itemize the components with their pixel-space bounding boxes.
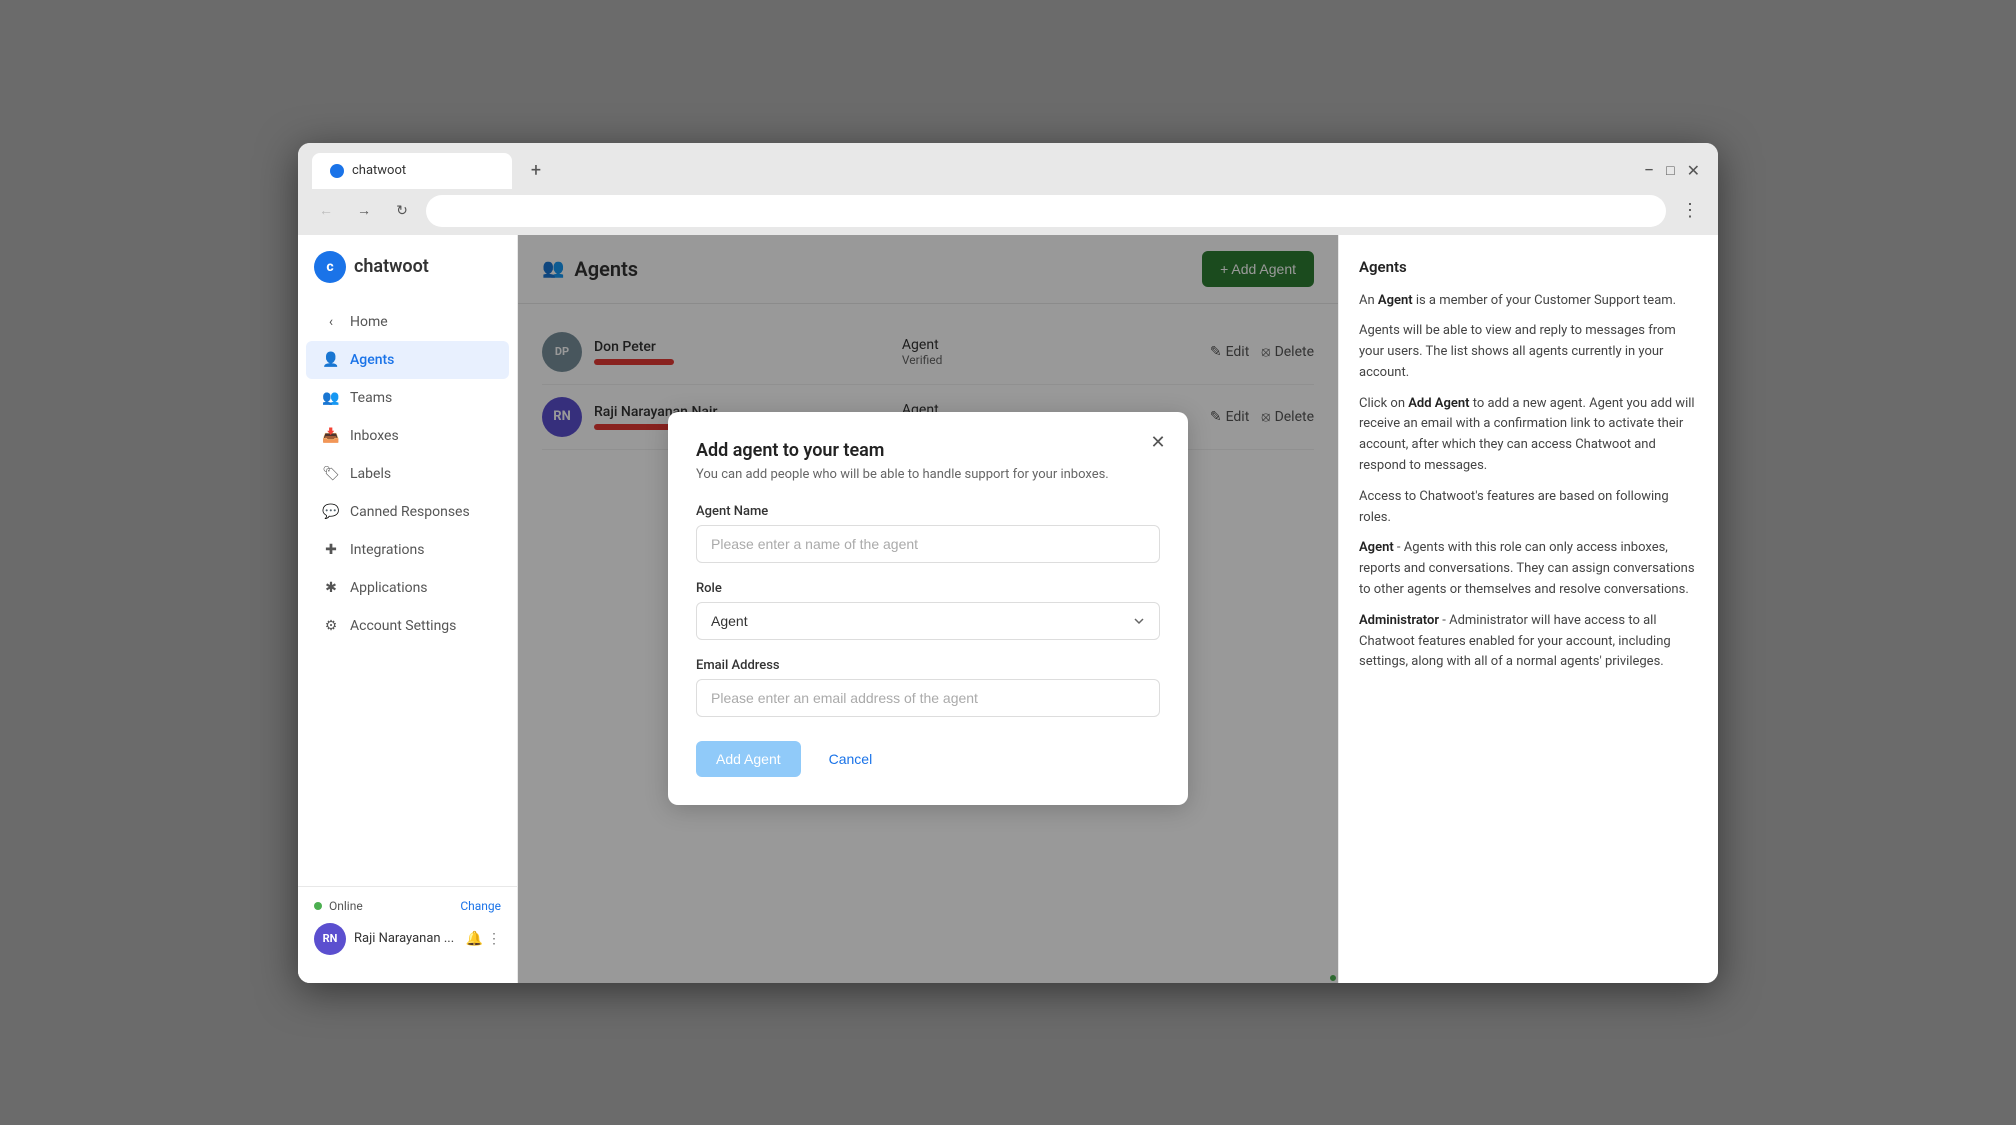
- email-group: Email Address: [696, 658, 1160, 717]
- right-panel-para6: Administrator - Administrator will have …: [1359, 611, 1698, 673]
- add-agent-submit-button[interactable]: Add Agent: [696, 741, 801, 777]
- cancel-button[interactable]: Cancel: [813, 741, 889, 777]
- role-select[interactable]: Agent Administrator: [696, 602, 1160, 640]
- teams-icon: 👥: [322, 389, 340, 407]
- role-group: Role Agent Administrator: [696, 581, 1160, 640]
- sidebar-integrations-label: Integrations: [350, 542, 424, 558]
- agent-name-label: Agent Name: [696, 504, 1160, 519]
- forward-button[interactable]: →: [350, 197, 378, 225]
- sidebar-home-label: Home: [350, 314, 388, 330]
- sidebar: c chatwoot ‹ Home 👤 Agents 👥 Teams 📥 Inb…: [298, 235, 518, 983]
- sidebar-item-teams[interactable]: 👥 Teams: [306, 379, 509, 417]
- sidebar-applications-label: Applications: [350, 580, 428, 596]
- inboxes-icon: 📥: [322, 427, 340, 445]
- email-input[interactable]: [696, 679, 1160, 717]
- logo-icon: c: [314, 251, 346, 283]
- logo-text: chatwoot: [354, 256, 429, 277]
- sidebar-inboxes-label: Inboxes: [350, 428, 399, 444]
- sidebar-teams-label: Teams: [350, 390, 392, 406]
- logo: c chatwoot: [298, 251, 517, 303]
- modal-close-button[interactable]: ✕: [1144, 428, 1172, 456]
- home-icon: ‹: [322, 313, 340, 331]
- modal-title: Add agent to your team: [696, 440, 1160, 461]
- right-panel-para4: Access to Chatwoot's features are based …: [1359, 487, 1698, 529]
- sidebar-item-canned-responses[interactable]: 💬 Canned Responses: [306, 493, 509, 531]
- sidebar-item-applications[interactable]: ✱ Applications: [306, 569, 509, 607]
- agent-name-group: Agent Name: [696, 504, 1160, 563]
- integrations-icon: ✚: [322, 541, 340, 559]
- role-label: Role: [696, 581, 1160, 596]
- address-bar[interactable]: [426, 195, 1666, 227]
- sidebar-bottom: Online Change RN Raji Narayanan ... 🔔 ⋮: [298, 886, 517, 967]
- add-agent-modal: Add agent to your team You can add peopl…: [668, 412, 1188, 805]
- modal-actions: Add Agent Cancel: [696, 741, 1160, 777]
- bell-icon[interactable]: 🔔: [466, 931, 483, 947]
- user-status-row: Online Change: [314, 899, 501, 913]
- sidebar-item-account-settings[interactable]: ⚙ Account Settings: [306, 607, 509, 645]
- right-panel: Agents An Agent is a member of your Cust…: [1338, 235, 1718, 983]
- right-panel-para2: Agents will be able to view and reply to…: [1359, 321, 1698, 383]
- sidebar-item-integrations[interactable]: ✚ Integrations: [306, 531, 509, 569]
- applications-icon: ✱: [322, 579, 340, 597]
- back-button[interactable]: ←: [312, 197, 340, 225]
- right-panel-para3: Click on Add Agent to add a new agent. A…: [1359, 394, 1698, 477]
- labels-icon: 🏷: [322, 465, 340, 483]
- more-options-icon[interactable]: ⋮: [487, 931, 501, 947]
- browser-menu-button[interactable]: ⋮: [1676, 197, 1704, 225]
- user-action-icons: 🔔 ⋮: [466, 931, 501, 947]
- modal-subtitle: You can add people who will be able to h…: [696, 467, 1160, 482]
- canned-responses-icon: 💬: [322, 503, 340, 521]
- new-tab-button[interactable]: +: [520, 155, 552, 187]
- user-avatar: RN: [314, 923, 346, 955]
- sidebar-agents-label: Agents: [350, 352, 394, 368]
- minimize-button[interactable]: −: [1644, 160, 1654, 181]
- tab-label: chatwoot: [352, 163, 406, 178]
- sidebar-canned-responses-label: Canned Responses: [350, 504, 470, 520]
- account-settings-icon: ⚙: [322, 617, 340, 635]
- agents-icon: 👤: [322, 351, 340, 369]
- sidebar-item-labels[interactable]: 🏷 Labels: [306, 455, 509, 493]
- sidebar-item-home[interactable]: ‹ Home: [306, 303, 509, 341]
- right-panel-title: Agents: [1359, 255, 1698, 279]
- maximize-button[interactable]: □: [1666, 162, 1674, 179]
- user-name-label: Raji Narayanan ...: [354, 931, 458, 946]
- right-panel-para1: An Agent is a member of your Customer Su…: [1359, 291, 1698, 312]
- user-row: RN Raji Narayanan ... 🔔 ⋮: [314, 923, 501, 955]
- status-label: Online: [329, 899, 363, 913]
- modal-overlay[interactable]: Add agent to your team You can add peopl…: [518, 235, 1338, 983]
- reload-button[interactable]: ↻: [388, 197, 416, 225]
- sidebar-item-agents[interactable]: 👤 Agents: [306, 341, 509, 379]
- sidebar-item-inboxes[interactable]: 📥 Inboxes: [306, 417, 509, 455]
- main-content: 👥 Agents + Add Agent DP Don Peter A: [518, 235, 1338, 983]
- close-button[interactable]: ✕: [1687, 161, 1700, 180]
- sidebar-labels-label: Labels: [350, 466, 391, 482]
- change-status-link[interactable]: Change: [460, 899, 501, 913]
- sidebar-account-settings-label: Account Settings: [350, 618, 456, 634]
- email-label: Email Address: [696, 658, 1160, 673]
- agent-name-input[interactable]: [696, 525, 1160, 563]
- browser-tab[interactable]: chatwoot: [312, 153, 512, 189]
- tab-favicon: [330, 164, 344, 178]
- right-panel-para5: Agent - Agents with this role can only a…: [1359, 538, 1698, 600]
- status-dot: [314, 902, 322, 910]
